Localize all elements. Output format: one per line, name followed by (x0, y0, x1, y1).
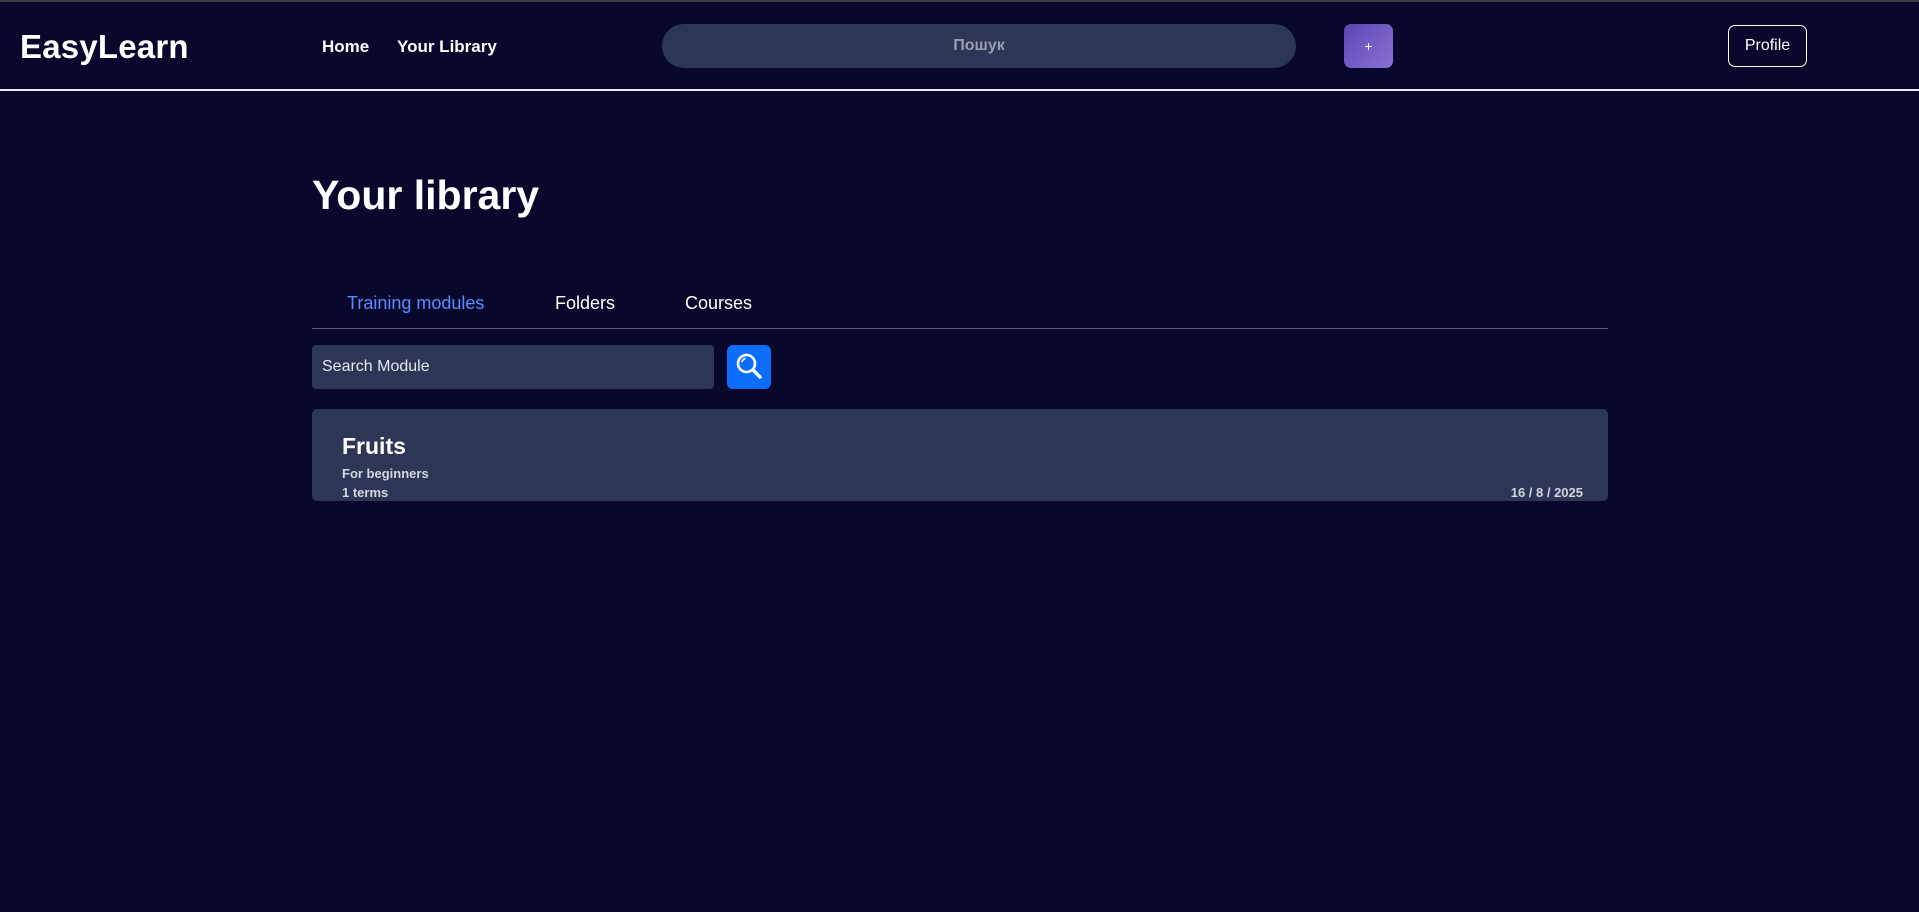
module-terms-count: 1 terms (342, 485, 389, 500)
module-card[interactable]: Fruits For beginners 1 terms 16 / 8 / 20… (312, 409, 1608, 501)
tab-folders[interactable]: Folders (555, 293, 615, 314)
module-title: Fruits (342, 433, 406, 459)
search-icon (734, 351, 764, 384)
top-navbar: EasyLearn Home Your Library + Profile (0, 2, 1919, 91)
library-tabs: Training modules Folders Courses (312, 290, 1608, 329)
global-search-input[interactable] (662, 24, 1296, 68)
module-description: For beginners (342, 466, 429, 481)
app-logo[interactable]: EasyLearn (20, 28, 189, 66)
nav-library-link[interactable]: Your Library (397, 37, 497, 57)
module-search-input[interactable] (312, 345, 714, 389)
tab-training-modules[interactable]: Training modules (347, 293, 484, 314)
profile-button[interactable]: Profile (1728, 25, 1807, 67)
page-title: Your library (312, 172, 540, 218)
nav-home-link[interactable]: Home (322, 37, 369, 57)
module-date: 16 / 8 / 2025 (1510, 485, 1583, 500)
add-button[interactable]: + (1344, 24, 1393, 68)
module-search-button[interactable] (727, 345, 771, 389)
tab-courses[interactable]: Courses (685, 293, 752, 314)
